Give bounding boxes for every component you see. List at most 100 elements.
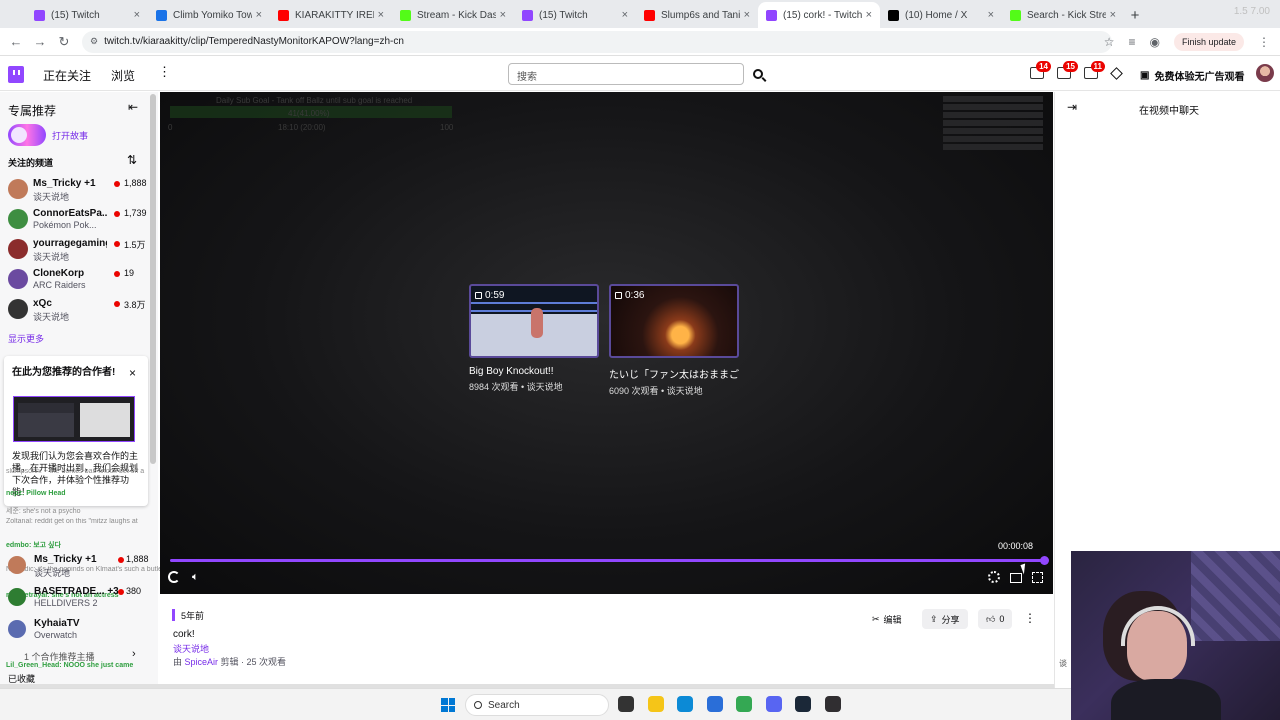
bookmark-star-icon[interactable]: ☆ xyxy=(1104,35,1115,49)
file-explorer-icon[interactable] xyxy=(647,696,664,712)
media-icon[interactable]: ≡ xyxy=(1128,35,1135,49)
channel-name: xQc xyxy=(33,298,52,309)
expand-chat-icon[interactable]: ⇥ xyxy=(1067,100,1077,114)
browser-tab[interactable]: Slump6s and Tania Br × xyxy=(636,2,758,28)
tab-close-icon[interactable]: × xyxy=(500,9,506,21)
browser-tab[interactable]: Climb Yomiko Tower × xyxy=(148,2,270,28)
forward-icon[interactable]: → xyxy=(28,34,52,49)
bits-icon[interactable] xyxy=(1110,67,1123,80)
volume-icon[interactable]: 🔈︎ xyxy=(192,571,199,584)
tab-close-icon[interactable]: × xyxy=(256,9,262,21)
profile-icon[interactable]: ◉ xyxy=(1149,35,1159,49)
sidebar-channel[interactable]: Ms_Tricky +1 谈天说地 1,888 xyxy=(8,176,147,206)
tab-label: (15) cork! - Twitch xyxy=(783,9,862,21)
sidebar-scrollbar[interactable] xyxy=(150,94,156,464)
twitch-logo-icon[interactable] xyxy=(8,66,24,83)
live-indicator xyxy=(114,301,120,307)
tab-close-icon[interactable]: × xyxy=(378,9,384,21)
tab-close-icon[interactable]: × xyxy=(622,9,628,21)
new-tab-button[interactable]: + xyxy=(1124,2,1146,28)
share-button[interactable]: ⇪ 分享 xyxy=(922,609,968,629)
tab-close-icon[interactable]: × xyxy=(988,9,994,21)
video-player[interactable]: Daily Sub Goal - Tank off Ballz until su… xyxy=(160,92,1053,594)
like-button[interactable]: 👍︎ 0 xyxy=(978,609,1013,629)
browser-tab[interactable]: (15) Twitch × xyxy=(514,2,636,28)
user-avatar[interactable] xyxy=(1256,64,1274,82)
meta-prefix: 由 xyxy=(173,657,185,667)
windows-start-icon[interactable] xyxy=(441,698,455,712)
discord-icon[interactable] xyxy=(765,696,782,712)
clip-icon xyxy=(475,292,482,299)
channel-game: ARC Raiders xyxy=(33,280,86,290)
webcam-overlay xyxy=(1071,551,1280,720)
sidebar-channel[interactable]: yourragegaming 谈天说地 1.5万 xyxy=(8,236,146,266)
url-field[interactable]: ⚙ twitch.tv/kiaraakitty/clip/TemperedNas… xyxy=(82,30,1112,53)
tab-label: Stream - Kick Dashbo xyxy=(417,9,496,21)
seek-handle[interactable] xyxy=(1040,556,1049,565)
nav-browse[interactable]: 浏览 xyxy=(111,67,135,84)
clipper-link[interactable]: SpiceAir xyxy=(185,657,219,667)
store-icon[interactable] xyxy=(706,696,723,712)
recommended-clip[interactable]: 0:36 たいじ「ファン太はおままご... 6090 次观看 • 谈天说地 xyxy=(609,284,739,397)
edge-icon[interactable] xyxy=(677,696,693,712)
whispers-icon[interactable]: 15 xyxy=(1057,61,1078,79)
reload-icon[interactable]: ↻ xyxy=(52,34,76,50)
settings-gear-icon[interactable] xyxy=(988,571,1000,583)
tab-favicon-icon xyxy=(400,9,411,21)
more-options-icon[interactable]: ⋮ xyxy=(1024,611,1036,625)
clip-duration-text: 0:36 xyxy=(625,290,645,301)
clip-title[interactable]: Big Boy Knockout!! xyxy=(469,366,599,377)
seek-bar[interactable] xyxy=(170,559,1043,562)
site-info-icon[interactable]: ⚙ xyxy=(90,36,98,47)
ad-free-button[interactable]: ▣ 免费体验无广告观看 xyxy=(1140,68,1244,83)
inbox-icon[interactable]: 14 xyxy=(1030,61,1051,79)
clip-duration-text: 0:59 xyxy=(485,290,505,301)
notifications-icon[interactable]: 11 xyxy=(1084,61,1105,79)
browser-tab[interactable]: KIARAKITTY IRELAND × xyxy=(270,2,392,28)
collapse-sidebar-icon[interactable]: ⇤ xyxy=(128,100,138,114)
search-input[interactable]: 搜索 xyxy=(508,63,744,85)
tab-close-icon[interactable]: × xyxy=(866,9,872,21)
sidebar-channel[interactable]: xQc 谈天说地 3.8万 xyxy=(8,296,146,326)
obs-icon[interactable] xyxy=(824,696,841,712)
taskbar-search[interactable]: Search xyxy=(465,694,609,716)
finish-update-button[interactable]: Finish update xyxy=(1173,32,1244,51)
browser-tab[interactable]: (15) Twitch × xyxy=(26,2,148,28)
back-icon[interactable]: ← xyxy=(4,34,28,49)
theater-mode-icon[interactable] xyxy=(1010,573,1022,583)
tab-close-icon[interactable]: × xyxy=(134,9,140,21)
close-icon[interactable]: × xyxy=(129,366,136,380)
tab-close-icon[interactable]: × xyxy=(1110,9,1116,21)
url-text: twitch.tv/kiaraakitty/clip/TemperedNasty… xyxy=(104,36,404,47)
chrome-icon[interactable] xyxy=(736,696,752,712)
nav-following[interactable]: 正在关注 xyxy=(43,67,91,84)
whispers-badge: 15 xyxy=(1063,61,1078,72)
clip-title[interactable]: たいじ「ファン太はおままご... xyxy=(609,366,739,381)
clip-thumbnail[interactable]: 0:36 xyxy=(609,284,739,358)
nav-more-icon[interactable]: ⋮ xyxy=(158,64,171,80)
search-button[interactable] xyxy=(746,63,770,85)
browser-tab[interactable]: Stream - Kick Dashbo × xyxy=(392,2,514,28)
replay-icon[interactable] xyxy=(168,571,180,583)
browser-tab[interactable]: (15) cork! - Twitch × xyxy=(758,2,880,28)
edit-button[interactable]: ✂ 编辑 xyxy=(864,609,910,629)
overlay-goal-percent: 41(41.00%) xyxy=(288,109,330,118)
sort-icon[interactable]: ⇅ xyxy=(127,153,137,167)
category-link[interactable]: 谈天说地 xyxy=(173,642,209,655)
task-view-icon[interactable] xyxy=(618,696,634,712)
clip-thumbnail[interactable]: 0:59 xyxy=(469,284,599,358)
show-more-link[interactable]: 显示更多 xyxy=(8,332,44,345)
recommended-clips: 0:59 Big Boy Knockout!! 8984 次观看 • 谈天说地 … xyxy=(469,284,739,397)
tab-close-icon[interactable]: × xyxy=(744,9,750,21)
browser-tab[interactable]: (10) Home / X × xyxy=(880,2,1002,28)
sidebar-channel[interactable]: CloneKorp ARC Raiders 19 xyxy=(8,266,146,296)
steam-icon[interactable] xyxy=(795,696,811,712)
open-stories-button[interactable]: 打开故事 xyxy=(8,124,88,146)
timecode: 00:00:08 xyxy=(998,541,1034,551)
recommended-clip[interactable]: 0:59 Big Boy Knockout!! 8984 次观看 • 谈天说地 xyxy=(469,284,599,397)
browser-menu-icon[interactable]: ⋮ xyxy=(1258,35,1270,49)
tab-label: Search - Kick Stream xyxy=(1027,9,1106,21)
fullscreen-icon[interactable] xyxy=(1032,572,1043,583)
browser-tab[interactable]: Search - Kick Stream × xyxy=(1002,2,1124,28)
sidebar-channel[interactable]: ConnorEatsPa... Pokémon Pok... 1,739 xyxy=(8,206,147,236)
